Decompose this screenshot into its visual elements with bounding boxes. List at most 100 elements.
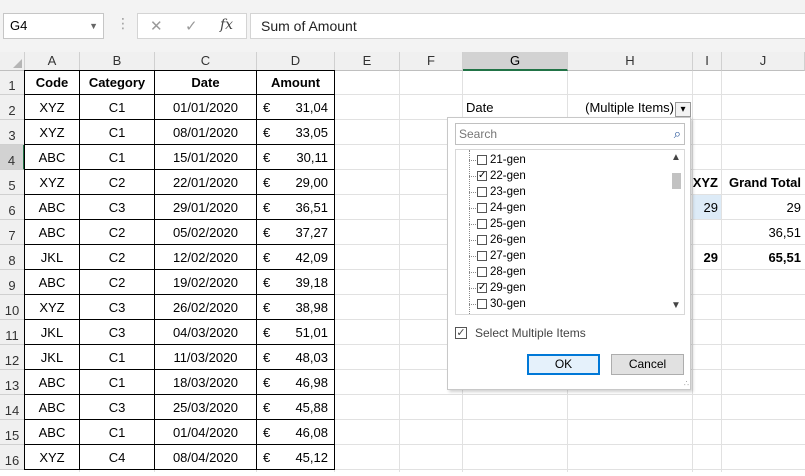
date-cell[interactable]: 08/01/2020	[154, 119, 257, 145]
filter-item-checkbox[interactable]	[477, 155, 487, 165]
amount-cell[interactable]: €46,98	[256, 369, 335, 395]
amount-cell[interactable]: €37,27	[256, 219, 335, 245]
pivot-value[interactable]: 29	[722, 195, 805, 220]
column-header-d[interactable]: D	[257, 52, 335, 71]
amount-cell[interactable]: €45,12	[256, 444, 335, 470]
code-cell[interactable]: ABC	[24, 419, 80, 445]
filter-item[interactable]: 24-gen	[477, 200, 526, 216]
category-cell[interactable]: C1	[79, 94, 155, 120]
date-cell[interactable]: 26/02/2020	[154, 294, 257, 320]
code-cell[interactable]: ABC	[24, 219, 80, 245]
code-cell[interactable]: ABC	[24, 144, 80, 170]
filter-item[interactable]: 27-gen	[477, 248, 526, 264]
filter-item[interactable]: 31-gen	[477, 312, 526, 314]
insert-function-icon[interactable]: fx	[220, 17, 233, 33]
date-cell[interactable]: 25/03/2020	[154, 394, 257, 420]
table-header-category[interactable]: Category	[79, 70, 155, 95]
row-header-8[interactable]: 8	[0, 245, 25, 270]
table-header-amount[interactable]: Amount	[256, 70, 335, 95]
category-cell[interactable]: C1	[79, 119, 155, 145]
code-cell[interactable]: XYZ	[24, 444, 80, 470]
column-header-e[interactable]: E	[335, 52, 400, 71]
category-cell[interactable]: C1	[79, 419, 155, 445]
column-header-c[interactable]: C	[155, 52, 257, 71]
date-cell[interactable]: 18/03/2020	[154, 369, 257, 395]
date-cell[interactable]: 15/01/2020	[154, 144, 257, 170]
filter-item-checkbox[interactable]: ✓	[477, 171, 487, 181]
column-header-f[interactable]: F	[400, 52, 463, 71]
category-cell[interactable]: C1	[79, 369, 155, 395]
filter-item[interactable]: 21-gen	[477, 152, 526, 168]
category-cell[interactable]: C3	[79, 294, 155, 320]
code-cell[interactable]: XYZ	[24, 169, 80, 195]
search-input[interactable]: Search ⌕	[455, 123, 685, 145]
date-cell[interactable]: 08/04/2020	[154, 444, 257, 470]
filter-dropdown-button[interactable]: ▾	[675, 102, 691, 117]
date-cell[interactable]: 05/02/2020	[154, 219, 257, 245]
row-header-14[interactable]: 14	[0, 395, 25, 420]
check-icon[interactable]: ✓	[185, 17, 198, 35]
filter-item[interactable]: 30-gen	[477, 296, 526, 312]
amount-cell[interactable]: €46,08	[256, 419, 335, 445]
row-header-4[interactable]: 4	[0, 145, 25, 170]
category-cell[interactable]: C2	[79, 244, 155, 270]
amount-cell[interactable]: €38,98	[256, 294, 335, 320]
filter-item-checkbox[interactable]: ✓	[477, 283, 487, 293]
amount-cell[interactable]: €42,09	[256, 244, 335, 270]
select-all-corner[interactable]	[0, 52, 25, 71]
resize-grip-icon[interactable]: ∴	[684, 379, 689, 388]
amount-cell[interactable]: €31,04	[256, 94, 335, 120]
filter-item-checkbox[interactable]	[477, 267, 487, 277]
column-header-j[interactable]: J	[722, 52, 805, 71]
filter-item-checkbox[interactable]	[477, 219, 487, 229]
cancel-button[interactable]: Cancel	[611, 354, 684, 375]
category-cell[interactable]: C3	[79, 194, 155, 220]
code-cell[interactable]: ABC	[24, 394, 80, 420]
formula-input[interactable]: Sum of Amount	[250, 13, 805, 39]
filter-item-checkbox[interactable]	[477, 299, 487, 309]
close-icon[interactable]: ✕	[150, 17, 163, 35]
code-cell[interactable]: XYZ	[24, 294, 80, 320]
row-header-15[interactable]: 15	[0, 420, 25, 445]
filter-item[interactable]: 28-gen	[477, 264, 526, 280]
filter-item[interactable]: 23-gen	[477, 184, 526, 200]
column-header-g[interactable]: G	[463, 52, 568, 71]
column-header-b[interactable]: B	[80, 52, 155, 71]
column-header-a[interactable]: A	[25, 52, 80, 71]
date-cell[interactable]: 19/02/2020	[154, 269, 257, 295]
select-multiple-checkbox[interactable]: ✓	[455, 327, 467, 339]
name-box[interactable]: G4 ▼	[3, 13, 104, 39]
pivot-value[interactable]: 36,51	[722, 220, 805, 245]
pivot-header-xyz[interactable]: XYZ	[693, 170, 722, 195]
row-header-2[interactable]: 2	[0, 95, 25, 120]
scrollbar[interactable]: ▲ ▼	[668, 150, 684, 314]
amount-cell[interactable]: €33,05	[256, 119, 335, 145]
date-cell[interactable]: 29/01/2020	[154, 194, 257, 220]
date-cell[interactable]: 11/03/2020	[154, 344, 257, 370]
pivot-total-xyz[interactable]: 29	[693, 245, 722, 270]
column-header-h[interactable]: H	[568, 52, 693, 71]
pivot-value[interactable]: 29	[693, 195, 722, 220]
scroll-up-icon[interactable]: ▲	[671, 152, 681, 163]
row-header-10[interactable]: 10	[0, 295, 25, 320]
amount-cell[interactable]: €29,00	[256, 169, 335, 195]
category-cell[interactable]: C2	[79, 169, 155, 195]
category-cell[interactable]: C1	[79, 344, 155, 370]
row-header-3[interactable]: 3	[0, 120, 25, 145]
filter-item[interactable]: 26-gen	[477, 232, 526, 248]
row-header-12[interactable]: 12	[0, 345, 25, 370]
pivot-header-grand-total[interactable]: Grand Total	[722, 170, 805, 195]
amount-cell[interactable]: €39,18	[256, 269, 335, 295]
amount-cell[interactable]: €48,03	[256, 344, 335, 370]
date-cell[interactable]: 22/01/2020	[154, 169, 257, 195]
filter-item-checkbox[interactable]	[477, 187, 487, 197]
table-header-code[interactable]: Code	[24, 70, 80, 95]
column-header-i[interactable]: I	[693, 52, 722, 71]
scroll-thumb[interactable]	[672, 173, 681, 189]
category-cell[interactable]: C4	[79, 444, 155, 470]
row-header-6[interactable]: 6	[0, 195, 25, 220]
filter-item-checkbox[interactable]	[477, 235, 487, 245]
filter-item-list[interactable]: ▲ ▼ 21-gen ✓ 22-gen 23-gen 24-gen 25-gen 26-ge…	[455, 149, 685, 315]
filter-item[interactable]: 25-gen	[477, 216, 526, 232]
filter-item-checkbox[interactable]	[477, 251, 487, 261]
